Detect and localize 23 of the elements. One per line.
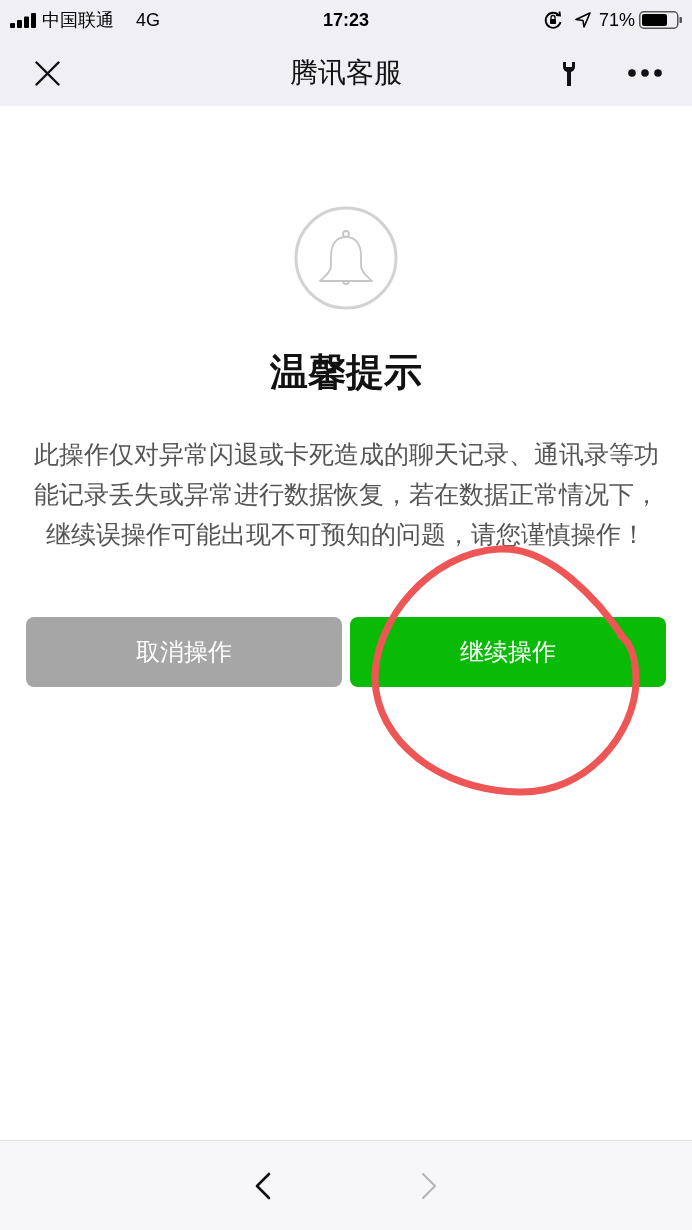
back-button[interactable] (255, 1172, 271, 1200)
dialog-message: 此操作仅对异常闪退或卡死造成的聊天记录、通讯录等功能记录丢失或异常进行数据恢复，若在数据正常情况下，继续误操作可能出现不可预知的问题，请您谨慎操作！ (32, 439, 660, 550)
status-time: 17:23 (323, 9, 369, 31)
wrench-icon (562, 60, 576, 86)
carrier-name: 中国联通 (42, 9, 114, 31)
chevron-left-icon (255, 1172, 271, 1200)
dialog-title: 温馨提示 (270, 350, 422, 395)
close-icon (35, 60, 60, 86)
page-title: 腾讯客服 (290, 56, 402, 90)
chevron-right-icon (421, 1172, 437, 1200)
bell-icon (294, 206, 398, 310)
more-button[interactable] (628, 68, 662, 78)
battery-icon (639, 11, 682, 29)
signal-icon (10, 12, 36, 28)
continue-button[interactable]: 继续操作 (350, 617, 666, 687)
location-arrow-icon (574, 12, 591, 28)
battery-percentage: 71% (598, 9, 635, 31)
network-type: 4G (136, 9, 160, 31)
rotation-lock-icon (542, 10, 563, 30)
more-icon (628, 68, 662, 78)
wrench-button[interactable] (562, 60, 576, 86)
close-button[interactable] (35, 60, 60, 86)
cancel-button[interactable]: 取消操作 (26, 617, 342, 687)
